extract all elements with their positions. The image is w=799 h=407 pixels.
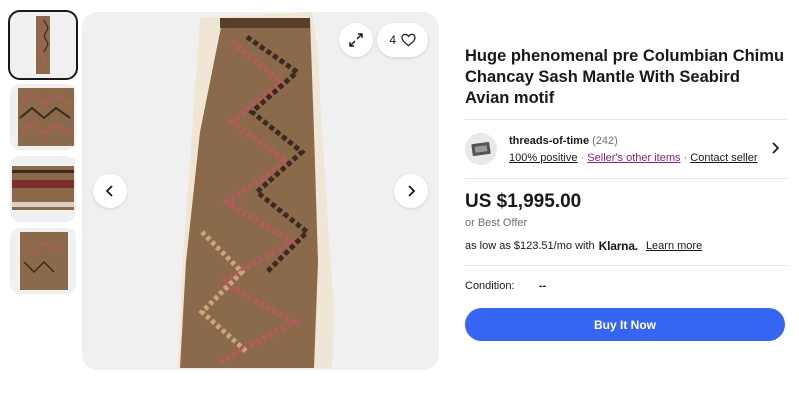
listing-title: Huge phenomenal pre Columbian Chimu Chan… — [465, 47, 785, 107]
thumbnail-2-image — [10, 84, 76, 150]
klarna-text: as low as $123.51/mo with — [465, 240, 595, 252]
chevron-left-icon — [105, 185, 113, 197]
thumbnail-4[interactable] — [10, 228, 76, 294]
seller-info: threads-of-time (242) 100% positive · Se… — [509, 135, 758, 164]
thumbnail-3[interactable] — [10, 156, 76, 222]
chevron-right-icon — [408, 185, 416, 197]
thumbnail-1-image — [10, 12, 76, 78]
positive-feedback-link[interactable]: 100% positive — [509, 152, 578, 164]
buy-it-now-button[interactable]: Buy It Now — [465, 308, 785, 341]
separator: · — [683, 151, 688, 164]
next-image-button[interactable] — [394, 174, 428, 208]
condition-value: -- — [539, 280, 547, 292]
seller-other-items-link[interactable]: Seller's other items — [587, 152, 680, 164]
separator: · — [580, 151, 585, 164]
seller-links: 100% positive · Seller's other items · C… — [509, 152, 758, 164]
thumbnail-2[interactable] — [10, 84, 76, 150]
chevron-right-icon[interactable] — [769, 141, 781, 155]
seller-card: threads-of-time (242) 100% positive · Se… — [465, 120, 787, 178]
condition-label: Condition: — [465, 280, 515, 292]
thumbnail-4-image — [10, 228, 76, 294]
thumbnail-strip — [8, 10, 78, 300]
expand-icon — [349, 33, 363, 47]
main-image-viewer[interactable]: 4 — [82, 12, 439, 370]
seller-feedback-count: (242) — [592, 134, 618, 147]
divider — [465, 178, 787, 179]
klarna-financing: as low as $123.51/mo with Klarna. Learn … — [465, 239, 787, 253]
learn-more-link[interactable]: Learn more — [646, 240, 702, 252]
previous-image-button[interactable] — [93, 174, 127, 208]
textile-photo — [82, 12, 439, 370]
price: US $1,995.00 — [465, 191, 582, 212]
best-offer-label: or Best Offer — [465, 217, 528, 229]
divider — [465, 265, 787, 266]
contact-seller-link[interactable]: Contact seller — [690, 152, 757, 164]
expand-image-button[interactable] — [339, 23, 373, 57]
seller-avatar[interactable] — [465, 133, 497, 165]
klarna-logo: Klarna. — [598, 239, 638, 253]
condition-row: Condition: -- — [465, 280, 787, 292]
listing-panel: Huge phenomenal pre Columbian Chimu Chan… — [465, 46, 787, 341]
seller-logo-icon — [471, 141, 491, 157]
seller-name[interactable]: threads-of-time — [509, 135, 589, 147]
watch-count: 4 — [389, 33, 396, 47]
heart-icon — [401, 33, 416, 47]
seller-name-line: threads-of-time (242) — [509, 135, 758, 147]
thumbnail-1[interactable] — [8, 10, 78, 80]
thumbnail-3-image — [10, 156, 76, 222]
watch-button[interactable]: 4 — [377, 23, 428, 57]
